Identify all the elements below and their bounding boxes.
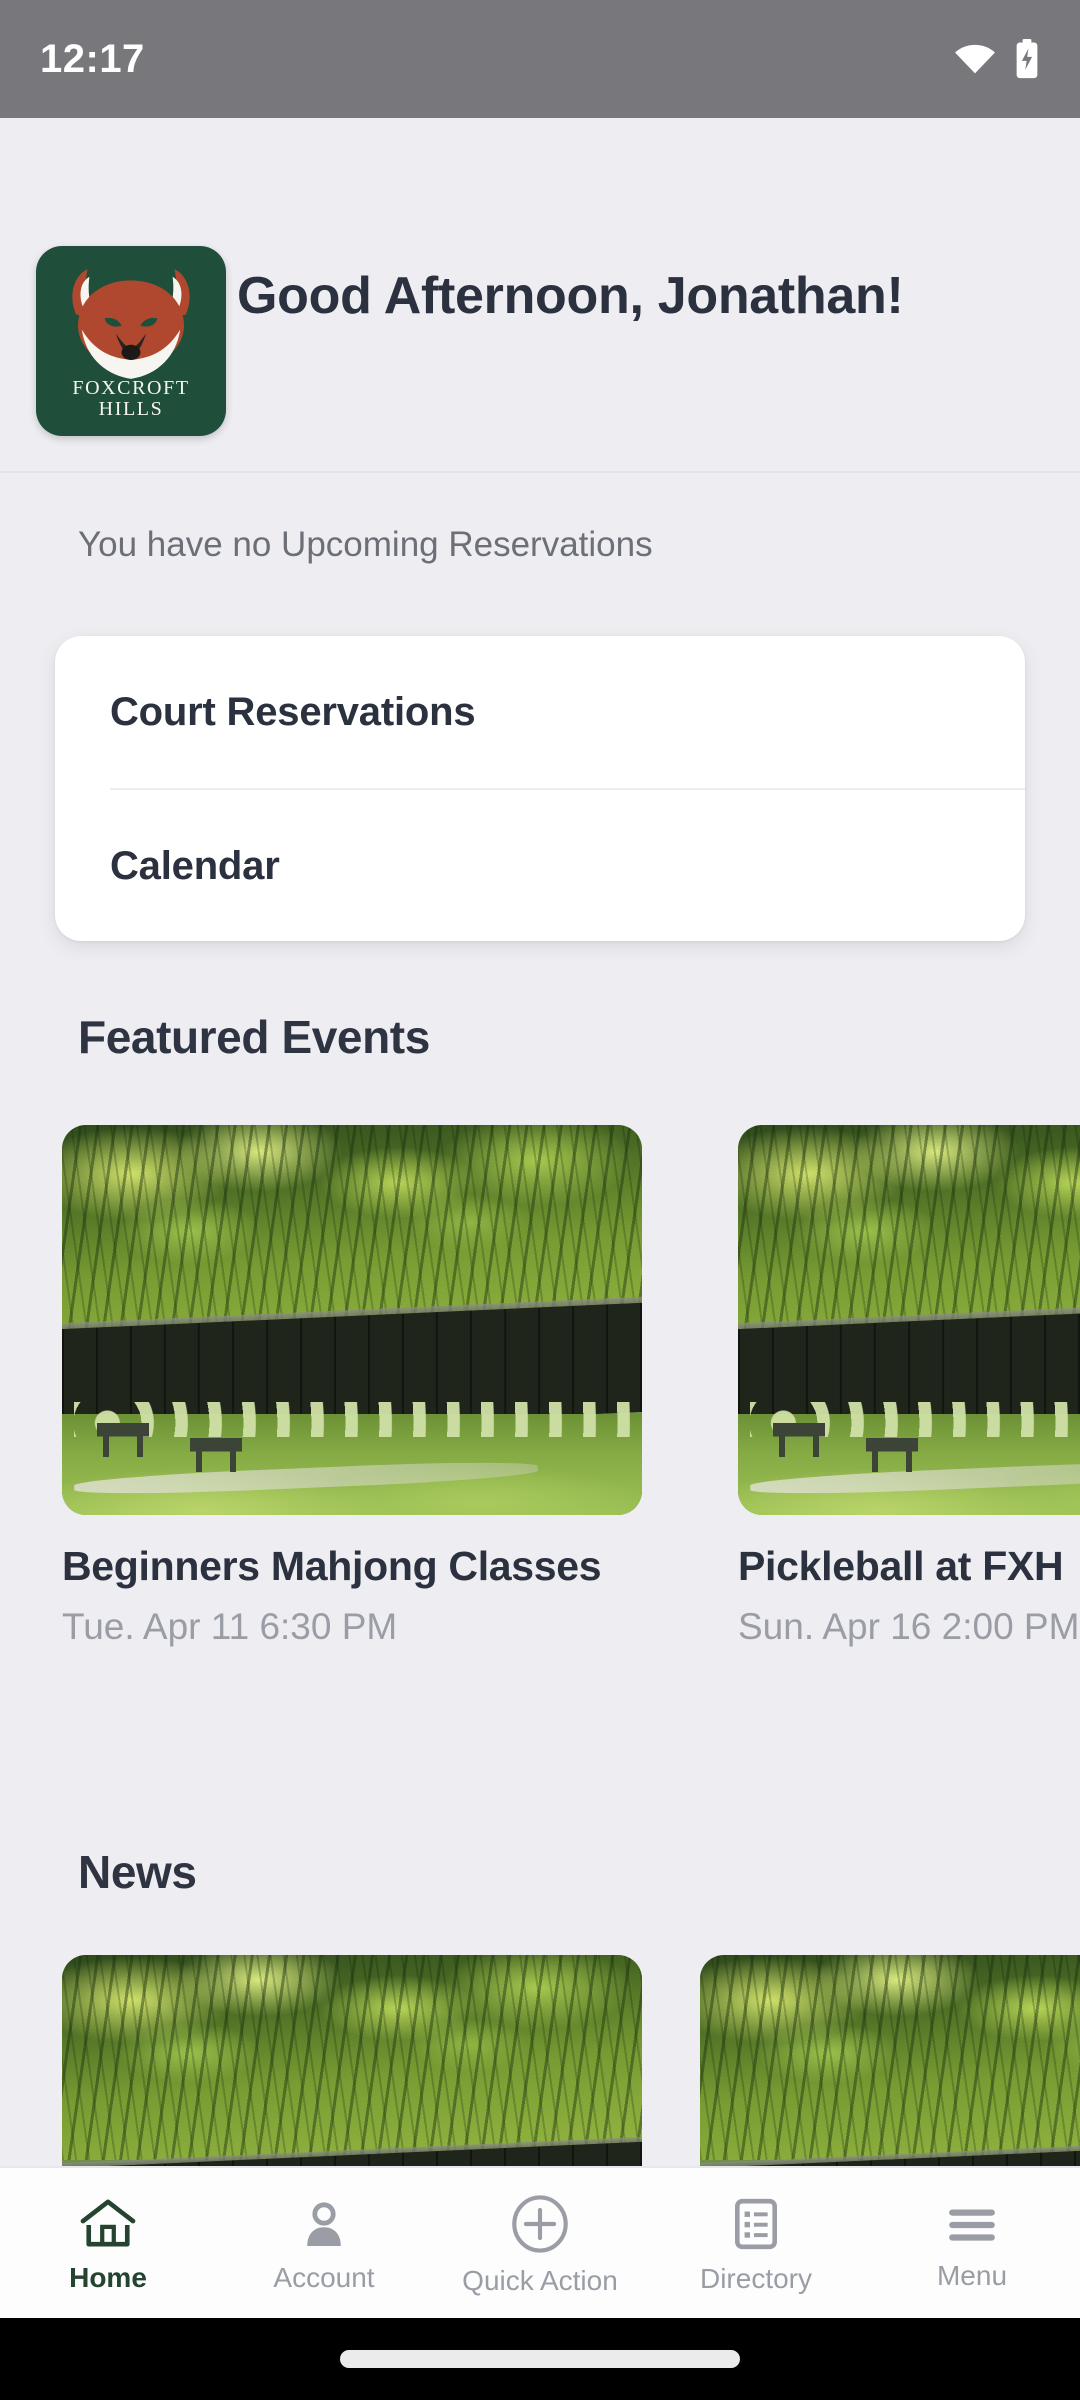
news-heading: News bbox=[78, 1846, 197, 1898]
featured-event-card[interactable]: Beginners Mahjong Classes Tue. Apr 11 6:… bbox=[62, 1125, 642, 1648]
plus-circle-icon bbox=[512, 2195, 568, 2253]
club-logo[interactable]: FOXCROFT HILLS bbox=[36, 246, 226, 436]
featured-event-card[interactable]: Pickleball at FXH Sun. Apr 16 2:00 PM bbox=[738, 1125, 1080, 1648]
no-reservations-message: You have no Upcoming Reservations bbox=[78, 525, 653, 564]
nav-label-directory: Directory bbox=[699, 2263, 812, 2294]
app-screen: 12:17 FOXCROFT HILLS Good Afternoon, Jon… bbox=[0, 0, 1080, 2400]
greeting-text: Good Afternoon, Jonathan! bbox=[237, 266, 904, 325]
featured-events-heading: Featured Events bbox=[78, 1011, 430, 1063]
nav-label-home: Home bbox=[69, 2262, 147, 2293]
nav-item-account[interactable]: Account bbox=[216, 2168, 432, 2318]
nav-label-account: Account bbox=[273, 2262, 375, 2293]
logo-brand-line-2: HILLS bbox=[98, 398, 164, 420]
status-bar: 12:17 bbox=[0, 0, 1080, 118]
quick-link-calendar[interactable]: Calendar bbox=[55, 790, 1025, 941]
status-bar-icons bbox=[954, 39, 1040, 79]
logo-wordmark: FOXCROFT HILLS bbox=[36, 378, 226, 420]
list-document-icon bbox=[735, 2198, 777, 2250]
nav-label-quick-action: Quick Action bbox=[462, 2265, 618, 2296]
quick-links-card: Court Reservations Calendar bbox=[55, 636, 1025, 941]
featured-event-datetime: Sun. Apr 16 2:00 PM bbox=[738, 1606, 1080, 1647]
gesture-pill[interactable] bbox=[340, 2350, 740, 2368]
hamburger-menu-icon bbox=[949, 2209, 995, 2241]
nav-item-quick-action[interactable]: Quick Action bbox=[432, 2168, 648, 2318]
featured-event-datetime: Tue. Apr 11 6:30 PM bbox=[62, 1606, 398, 1647]
app-header: FOXCROFT HILLS Good Afternoon, Jonathan! bbox=[0, 118, 1080, 473]
logo-brand-line-1: FOXCROFT bbox=[72, 377, 190, 399]
quick-link-court-reservations[interactable]: Court Reservations bbox=[55, 636, 1025, 788]
featured-events-carousel[interactable]: Beginners Mahjong Classes Tue. Apr 11 6:… bbox=[0, 1125, 1080, 1695]
nav-item-directory[interactable]: Directory bbox=[648, 2168, 864, 2318]
battery-charging-icon bbox=[1016, 39, 1038, 79]
nav-item-menu[interactable]: Menu bbox=[864, 2168, 1080, 2318]
fox-head-logo-icon bbox=[72, 269, 190, 379]
tennis-courts-photo bbox=[738, 1125, 1080, 1515]
home-icon bbox=[80, 2199, 136, 2247]
system-gesture-bar bbox=[0, 2318, 1080, 2400]
person-icon bbox=[307, 2202, 341, 2246]
featured-event-title: Pickleball at FXH bbox=[738, 1543, 1064, 1589]
nav-item-home[interactable]: Home bbox=[0, 2168, 216, 2318]
nav-label-menu: Menu bbox=[936, 2260, 1008, 2291]
tennis-courts-photo bbox=[62, 1125, 642, 1515]
featured-event-title: Beginners Mahjong Classes bbox=[62, 1543, 602, 1589]
status-bar-clock: 12:17 bbox=[40, 36, 145, 81]
bottom-navigation-bar: Home Account Quick Action Directory Menu bbox=[0, 2166, 1080, 2318]
wifi-icon bbox=[955, 44, 995, 74]
